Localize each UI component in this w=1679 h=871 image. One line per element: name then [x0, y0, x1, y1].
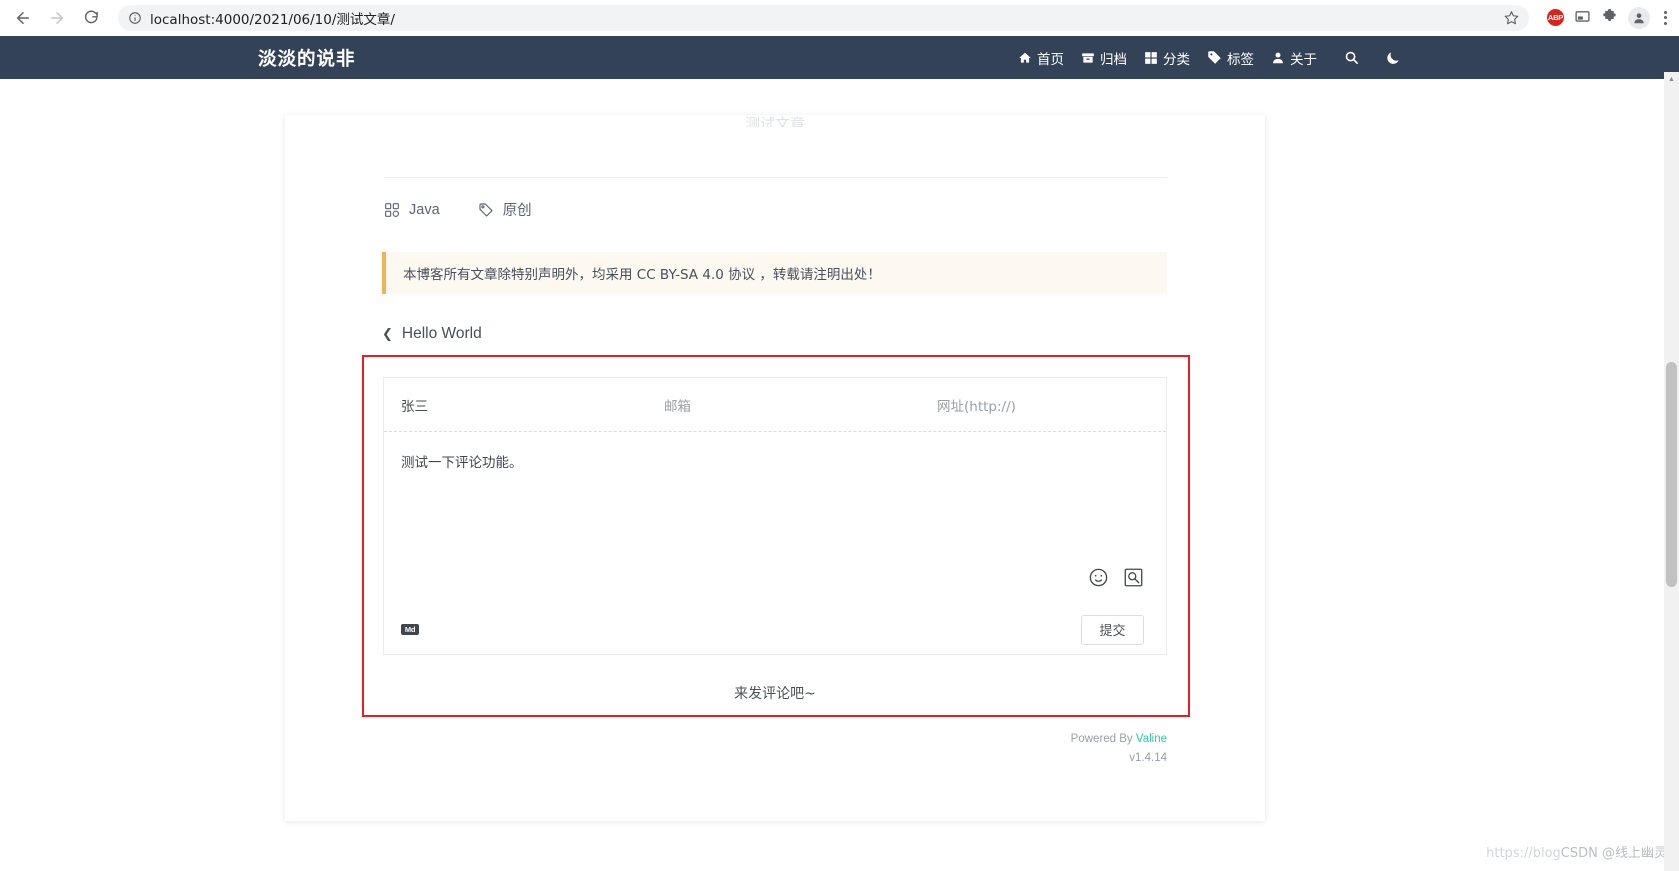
nav-item-archive[interactable]: 归档: [1081, 48, 1127, 68]
page-viewport: 淡淡的说非 首页 归档 分类 标签 关于 测试文章 Java 原创 本博客所有文…: [0, 36, 1679, 871]
comment-textarea[interactable]: 测试一下评论功能。: [384, 432, 1166, 604]
article-meta: Java 原创: [384, 199, 532, 220]
chrome-menu-icon[interactable]: [1660, 10, 1671, 25]
address-bar[interactable]: localhost:4000/2021/06/10/测试文章/: [118, 4, 1529, 31]
markdown-badge-icon: Md: [401, 624, 419, 635]
editor-tools: [1088, 567, 1144, 588]
reload-button[interactable]: [76, 3, 106, 33]
comment-form-fields: 张三 邮箱 网址(http://): [384, 378, 1166, 432]
archive-icon: [1081, 51, 1095, 65]
smiley-icon[interactable]: [1088, 567, 1109, 588]
adblock-plus-icon[interactable]: ABP: [1547, 9, 1564, 26]
cast-icon[interactable]: [1574, 9, 1591, 26]
moon-icon[interactable]: [1385, 50, 1401, 66]
tag-icon: [478, 202, 494, 218]
user-icon: [1271, 51, 1285, 65]
website-input[interactable]: 网址(http://): [920, 395, 1016, 415]
forward-button[interactable]: [42, 3, 72, 33]
grid-icon: [1144, 51, 1158, 65]
nav-item-categories[interactable]: 分类: [1144, 48, 1190, 68]
back-button[interactable]: [8, 3, 38, 33]
comment-form: 张三 邮箱 网址(http://) 测试一下评论功能。 Md 提交: [383, 377, 1167, 655]
puzzle-extensions-icon[interactable]: [1601, 9, 1618, 26]
nav-label-categories: 分类: [1163, 51, 1190, 67]
scroll-up-arrow[interactable]: ▲: [1664, 72, 1679, 87]
article-card: 测试文章 Java 原创 本博客所有文章除特别声明外，均采用 CC BY-SA …: [285, 115, 1265, 821]
profile-avatar-icon[interactable]: [1628, 6, 1650, 29]
csdn-watermark: https://blogCSDN @线上幽灵: [1486, 842, 1667, 861]
site-navigation: 首页 归档 分类 标签 关于: [1018, 48, 1401, 68]
watermark-prefix: https://blog: [1486, 846, 1561, 861]
page-scrollbar[interactable]: ▲ ▼: [1664, 72, 1679, 871]
valine-version: v1.4.14: [1129, 752, 1167, 764]
comment-form-footer: Md 提交: [384, 604, 1166, 655]
nav-label-archive: 归档: [1100, 51, 1127, 67]
category-icon: [384, 202, 400, 218]
extension-icons: ABP: [1539, 6, 1671, 29]
nav-label-home: 首页: [1037, 51, 1064, 67]
site-brand[interactable]: 淡淡的说非: [258, 45, 356, 71]
site-info-icon[interactable]: [128, 11, 142, 25]
nav-label-tags: 标签: [1227, 51, 1254, 67]
scrollbar-thumb[interactable]: [1666, 362, 1677, 587]
nav-item-about[interactable]: 关于: [1271, 48, 1317, 68]
previous-post-link[interactable]: ❮ Hello World: [382, 325, 482, 343]
powered-by-line: Powered By Valine: [1071, 730, 1167, 749]
nav-item-home[interactable]: 首页: [1018, 48, 1064, 68]
preview-icon[interactable]: [1123, 567, 1144, 588]
comments-empty-state: 来发评论吧~: [734, 686, 816, 702]
content-divider: [384, 177, 1167, 178]
watermark-brand: CSDN: [1560, 846, 1598, 861]
nav-item-tags[interactable]: 标签: [1207, 48, 1254, 68]
previous-post-label: Hello World: [401, 325, 482, 342]
valine-credit: Powered By Valine v1.4.14: [1071, 730, 1167, 768]
url-text: localhost:4000/2021/06/10/测试文章/: [150, 11, 395, 28]
license-text: 本博客所有文章除特别声明外，均采用 CC BY-SA 4.0 协议 ，转载请注明…: [403, 267, 881, 283]
nickname-input[interactable]: 张三: [384, 395, 647, 415]
watermark-author: @线上幽灵: [1597, 846, 1667, 861]
submit-comment-button[interactable]: 提交: [1081, 614, 1144, 645]
tag-icon: [1207, 50, 1222, 65]
bookmark-icon[interactable]: [1504, 10, 1519, 25]
home-icon: [1018, 51, 1032, 65]
browser-toolbar: localhost:4000/2021/06/10/测试文章/ ABP: [0, 0, 1679, 36]
email-input[interactable]: 邮箱: [647, 395, 920, 415]
site-header: 淡淡的说非 首页 归档 分类 标签 关于: [0, 36, 1679, 79]
chevron-left-icon: ❮: [382, 326, 393, 341]
powered-by-prefix: Powered By: [1070, 733, 1136, 745]
tag-label[interactable]: 原创: [503, 199, 532, 220]
nav-label-about: 关于: [1290, 51, 1317, 67]
search-icon[interactable]: [1344, 50, 1359, 65]
license-notice: 本博客所有文章除特别声明外，均采用 CC BY-SA 4.0 协议 ，转载请注明…: [382, 252, 1167, 294]
category-label[interactable]: Java: [409, 202, 440, 218]
scrolled-title: 测试文章: [744, 116, 805, 127]
valine-link[interactable]: Valine: [1136, 733, 1167, 745]
comment-text-value: 测试一下评论功能。: [401, 455, 523, 471]
